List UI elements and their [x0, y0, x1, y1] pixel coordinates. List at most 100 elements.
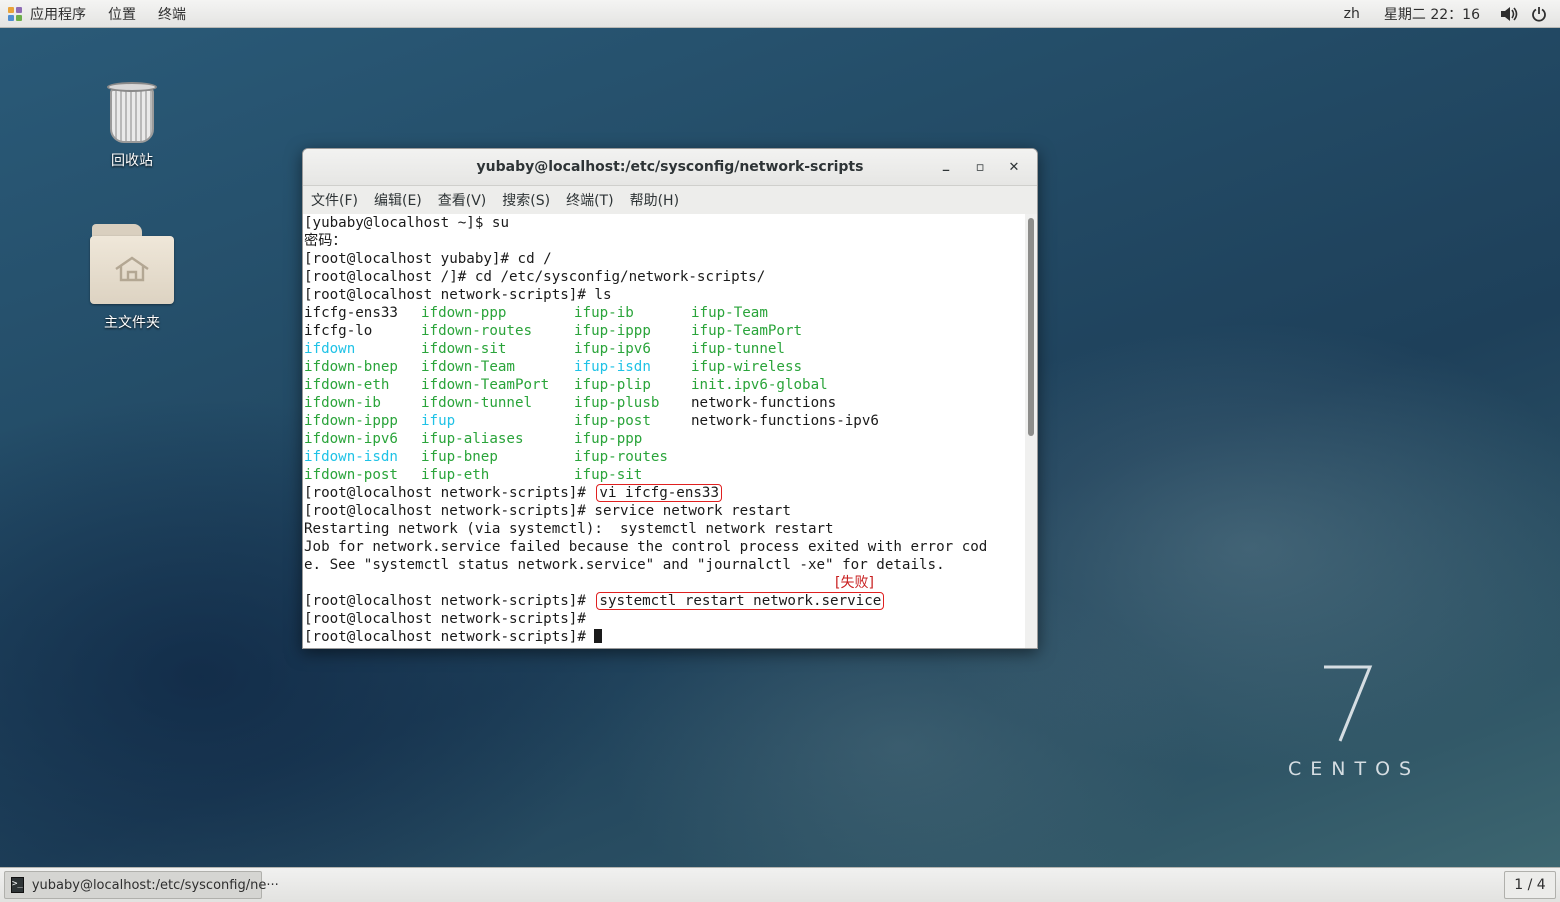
- ls-entry: ifup-sit: [574, 467, 643, 483]
- terminal-line: 密码：: [304, 233, 347, 249]
- ls-entry: ifup-ib: [574, 305, 634, 321]
- ls-entry: ifup-TeamPort: [691, 323, 803, 339]
- ls-entry: ifdown-ippp: [304, 413, 398, 429]
- ls-entry: ifdown-ipv6: [304, 431, 398, 447]
- ls-row: ifdown-post ifup-eth ifup-sit: [303, 466, 1025, 484]
- ls-entry: [691, 466, 891, 484]
- command-service: service network restart: [594, 503, 791, 519]
- home-folder-label: 主文件夹: [104, 315, 160, 331]
- terminal-menubar: 文件(F) 编辑(E) 查看(V) 搜索(S) 终端(T) 帮助(H): [303, 186, 1037, 215]
- highlighted-command-systemctl: systemctl restart network.service: [596, 592, 885, 610]
- prompt: [root@localhost network-scripts]#: [304, 503, 586, 519]
- ls-entry: ifup-Team: [691, 305, 768, 321]
- ls-entry: ifdown-tunnel: [421, 395, 533, 411]
- ls-entry: ifdown: [304, 341, 356, 357]
- terminal-line: [root@localhost network-scripts]#: [303, 628, 1025, 646]
- ls-row: ifdown-eth ifdown-TeamPort ifup-plip init.i…: [303, 376, 1025, 394]
- top-bar: 应用程序 位置 终端 zh 星期二 22：16: [0, 0, 1560, 28]
- centos-wordmark: CENTOS: [1288, 758, 1421, 780]
- ls-row: ifcfg-lo ifdown-routes ifup-ippp ifup-TeamP…: [303, 322, 1025, 340]
- ls-entry: ifup-plusb: [574, 395, 660, 411]
- ls-entry: ifdown-eth: [304, 377, 390, 393]
- terminal-line: [root@localhost /]# cd /etc/sysconfig/ne…: [304, 269, 766, 285]
- terminal-line: [root@localhost network-scripts]#: [303, 610, 1025, 628]
- bottom-taskbar: >_ yubaby@localhost:/etc/sysconfig/ne···…: [0, 867, 1560, 902]
- window-title: yubaby@localhost:/etc/sysconfig/network-…: [476, 159, 864, 175]
- terminal-line: [root@localhost network-scripts]# vi ifc…: [303, 484, 1025, 502]
- ls-row: ifdown-ib ifdown-tunnel ifup-plusb network-…: [303, 394, 1025, 412]
- ls-entry: ifdown-post: [304, 467, 398, 483]
- ls-entry: ifdown-ib: [304, 395, 381, 411]
- ls-entry: network-functions-ipv6: [691, 413, 879, 429]
- terminal-window[interactable]: yubaby@localhost:/etc/sysconfig/network-…: [302, 148, 1038, 649]
- terminal-output[interactable]: [yubaby@localhost ~]$ su 密码： [root@local…: [303, 214, 1025, 648]
- scrollbar-thumb[interactable]: [1028, 218, 1034, 436]
- terminal-line: Restarting network (via systemctl): syst…: [304, 521, 834, 537]
- prompt: [root@localhost network-scripts]#: [304, 629, 586, 645]
- close-icon: ✕: [1008, 159, 1020, 175]
- ls-entry: init.ipv6-global: [691, 377, 828, 393]
- ls-row: ifcfg-ens33 ifdown-ppp ifup-ib ifup-Team: [303, 304, 1025, 322]
- home-folder-desktop-icon[interactable]: 主文件夹: [72, 224, 192, 332]
- ls-entry: ifcfg-lo: [304, 323, 373, 339]
- terminal-line: [root@localhost yubaby]# cd /: [304, 251, 552, 267]
- terminal-line: [root@localhost network-scripts]# ls: [304, 287, 612, 303]
- apps-icon: [8, 6, 22, 21]
- volume-icon[interactable]: [1500, 5, 1518, 23]
- ls-entry: ifup-tunnel: [691, 341, 785, 357]
- minimize-button[interactable]: _: [929, 152, 963, 182]
- places-menu[interactable]: 位置: [108, 4, 136, 24]
- ls-entry: ifup-eth: [421, 467, 490, 483]
- maximize-button[interactable]: ▫: [963, 152, 997, 182]
- ls-row: ifdown-isdn ifup-bnep ifup-routes: [303, 448, 1025, 466]
- home-folder-icon: [90, 224, 174, 306]
- trash-desktop-icon[interactable]: 回收站: [72, 80, 192, 170]
- menu-view[interactable]: 查看(V): [438, 190, 487, 210]
- ls-entry: ifdown-Team: [421, 359, 515, 375]
- menu-file[interactable]: 文件(F): [311, 190, 358, 210]
- input-method-indicator[interactable]: zh: [1344, 6, 1360, 22]
- taskbar-terminal-item[interactable]: >_ yubaby@localhost:/etc/sysconfig/ne···: [4, 871, 279, 899]
- ls-row: ifdown-ippp ifup ifup-post network-function…: [303, 412, 1025, 430]
- clock[interactable]: 星期二 22：16: [1384, 4, 1480, 24]
- menu-search[interactable]: 搜索(S): [502, 190, 550, 210]
- menu-help[interactable]: 帮助(H): [630, 190, 679, 210]
- prompt: [root@localhost network-scripts]#: [304, 611, 586, 627]
- ls-entry: ifup-post: [574, 413, 651, 429]
- window-titlebar[interactable]: yubaby@localhost:/etc/sysconfig/network-…: [303, 149, 1037, 186]
- ls-entry: ifup-ippp: [574, 323, 651, 339]
- terminal-icon: >_: [11, 877, 24, 893]
- ls-entry: network-functions: [691, 395, 837, 411]
- ls-entry: ifcfg-ens33: [304, 305, 398, 321]
- ls-output: ifcfg-ens33 ifdown-ppp ifup-ib ifup-Team ifc…: [303, 304, 1025, 484]
- minimize-icon: _: [942, 156, 950, 172]
- ls-entry: ifup-aliases: [421, 431, 524, 447]
- centos-7-logo: [1324, 665, 1373, 742]
- power-icon[interactable]: [1530, 5, 1548, 23]
- ls-entry: ifdown-TeamPort: [421, 377, 550, 393]
- workspace-indicator[interactable]: 1 / 4: [1504, 871, 1556, 899]
- terminal-scrollbar[interactable]: [1025, 214, 1037, 648]
- ls-entry: ifdown-routes: [421, 323, 533, 339]
- highlighted-command-vi: vi ifcfg-ens33: [596, 484, 723, 502]
- ls-entry: ifdown-ppp: [421, 305, 507, 321]
- ls-entry: ifup-plip: [574, 377, 651, 393]
- ls-row: ifdown-bnep ifdown-Team ifup-isdn ifup-wire…: [303, 358, 1025, 376]
- prompt: [root@localhost network-scripts]#: [304, 593, 586, 609]
- fail-annotation: [失败]: [835, 575, 874, 591]
- menu-edit[interactable]: 编辑(E): [374, 190, 422, 210]
- terminal-app-menu[interactable]: 终端: [158, 4, 186, 24]
- terminal-cursor: [594, 629, 603, 643]
- ls-entry: ifup-bnep: [421, 449, 498, 465]
- ls-entry: ifup-isdn: [574, 359, 651, 375]
- trash-label: 回收站: [111, 153, 153, 169]
- terminal-line: [yubaby@localhost ~]$ su: [304, 215, 509, 231]
- ls-entry: ifup-ipv6: [574, 341, 651, 357]
- terminal-line: e. See "systemctl status network.service…: [304, 557, 945, 573]
- terminal-line: [root@localhost network-scripts]# servic…: [303, 502, 1025, 520]
- close-button[interactable]: ✕: [997, 152, 1031, 182]
- taskbar-item-title: yubaby@localhost:/etc/sysconfig/ne···: [31, 877, 279, 893]
- menu-terminal[interactable]: 终端(T): [566, 190, 613, 210]
- applications-menu[interactable]: 应用程序: [8, 4, 86, 24]
- prompt: [root@localhost network-scripts]#: [304, 485, 586, 501]
